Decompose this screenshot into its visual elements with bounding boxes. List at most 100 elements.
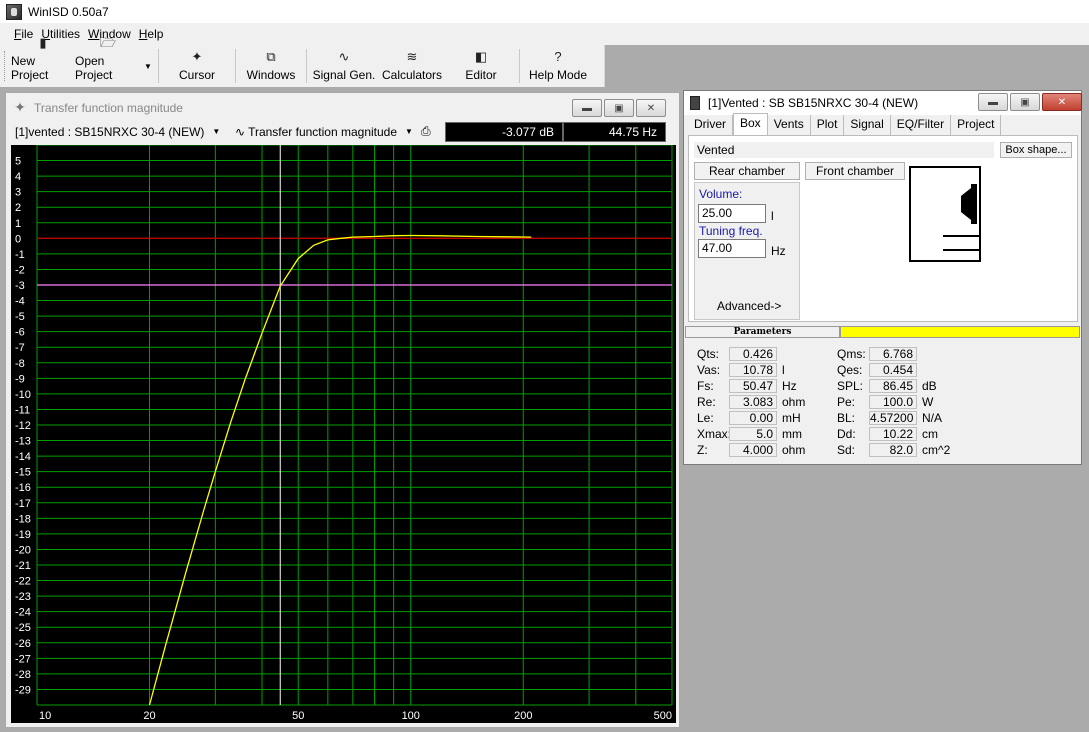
cursor-icon: ✦ <box>191 49 203 64</box>
y-tick-label: -9 <box>15 373 25 385</box>
open-folder-icon: 🗁 <box>99 35 117 50</box>
parameter-value: 6.768 <box>869 347 917 361</box>
calculators-label: Calculators <box>381 68 443 82</box>
rear-chamber-tab[interactable]: Rear chamber <box>694 162 800 180</box>
y-tick-label: -11 <box>15 404 30 416</box>
windows-label: Windows <box>246 68 296 82</box>
signal-gen-button[interactable]: ∿ Signal Gen. <box>310 45 378 87</box>
minimize-button[interactable]: ▬ <box>978 93 1008 111</box>
toolbar-separator <box>306 49 307 83</box>
help-icon: ? <box>554 49 562 64</box>
crosshair-icon: ✦ <box>14 99 26 115</box>
transfer-function-window: ✦ Transfer function magnitude ▬ ▣ ✕ [1]v… <box>5 92 680 728</box>
tab-plot[interactable]: Plot <box>811 115 845 135</box>
chart-toolbar: [1]vented : SB15NRXC 30-4 (NEW) ▼ ∿ Tran… <box>11 121 676 142</box>
parameter-unit: Hz <box>782 379 797 393</box>
calculators-button[interactable]: ≋ Calculators <box>378 45 446 87</box>
box-type-field[interactable]: Vented <box>694 142 994 158</box>
wave-icon: ∿ <box>235 124 246 139</box>
x-tick-label: 500 <box>654 710 672 722</box>
tab-eq-filter[interactable]: EQ/Filter <box>891 115 952 135</box>
parameter-unit: N/A <box>922 411 943 425</box>
toolbar-grip[interactable] <box>4 51 9 81</box>
printer-icon: ⎙ <box>421 124 431 138</box>
close-button[interactable]: ✕ <box>636 99 666 117</box>
print-button[interactable]: ⎙ <box>417 122 445 142</box>
y-tick-label: -18 <box>15 513 31 525</box>
parameter-row: Dd: 10.22 cm <box>837 427 938 441</box>
y-tick-label: 2 <box>15 202 21 214</box>
project-select[interactable]: [1]vented : SB15NRXC 30-4 (NEW) ▼ <box>11 122 231 142</box>
open-project-dropdown[interactable]: ▼ <box>141 45 155 87</box>
open-project-button[interactable]: 🗁 Open Project <box>75 35 141 87</box>
volume-unit: l <box>771 209 774 223</box>
calculator-icon: ≋ <box>406 49 418 64</box>
parameters-bar <box>840 326 1080 338</box>
y-tick-label: -8 <box>15 358 25 370</box>
tab-vents[interactable]: Vents <box>768 115 811 135</box>
parameters-header: Parameters <box>685 326 1080 338</box>
editor-button[interactable]: ◧ Editor <box>446 45 516 87</box>
parameter-label: Le: <box>697 411 714 425</box>
tuning-label: Tuning freq. <box>699 224 763 238</box>
main-toolbar: ▮ New Project 🗁 Open Project ▼ ✦ Cursor … <box>0 35 605 87</box>
y-tick-label: -1 <box>15 249 25 261</box>
tab-box[interactable]: Box <box>733 113 768 135</box>
editor-icon: ◧ <box>474 49 488 64</box>
signal-gen-label: Signal Gen. <box>312 68 376 82</box>
x-tick-label: 200 <box>514 710 532 722</box>
parameter-label: Sd: <box>837 443 856 457</box>
y-tick-label: -19 <box>15 529 31 541</box>
parameter-label: Pe: <box>837 395 856 409</box>
y-tick-label: -2 <box>15 264 25 276</box>
restore-icon: ▣ <box>614 102 624 114</box>
parameter-value: 10.22 <box>869 427 917 441</box>
box-window-controls: ▬ ▣ ✕ <box>978 93 1082 111</box>
y-tick-label: -23 <box>15 591 31 603</box>
parameter-value: 4.000 <box>729 443 777 457</box>
parameter-value: 0.00 <box>729 411 777 425</box>
x-tick-label: 50 <box>292 710 304 722</box>
new-project-button[interactable]: ▮ New Project <box>11 35 75 87</box>
parameter-row: Vas: 10.78 l <box>697 363 785 377</box>
parameter-unit: W <box>922 395 934 409</box>
chart-background <box>11 145 676 723</box>
restore-icon: ▣ <box>1020 96 1030 108</box>
tab-project[interactable]: Project <box>951 115 1002 135</box>
volume-label: Volume: <box>699 187 743 201</box>
menu-bar: File Utilities Window Help <box>0 23 1089 45</box>
advanced-link[interactable]: Advanced-> <box>717 299 781 313</box>
tab-driver[interactable]: Driver <box>688 115 733 135</box>
parameter-row: BL: 4.57200 N/A <box>837 411 942 425</box>
dropdown-arrow-icon: ▼ <box>212 127 221 136</box>
y-tick-label: -20 <box>15 544 31 556</box>
box-diagram <box>909 166 981 262</box>
tuning-input[interactable]: 47.00 <box>698 239 766 258</box>
minimize-button[interactable]: ▬ <box>572 99 602 117</box>
cursor-button[interactable]: ✦ Cursor <box>162 45 232 87</box>
transfer-function-chart[interactable]: 543210-1-2-3-4-5-6-7-8-9-10-11-12-13-14-… <box>11 145 676 723</box>
graph-type-select[interactable]: ∿ Transfer function magnitude ▼ <box>231 122 417 142</box>
rear-chamber-group: Volume: 25.00 l Tuning freq. 47.00 Hz Ad… <box>694 182 800 320</box>
y-tick-label: -13 <box>15 436 31 448</box>
maximize-button[interactable]: ▣ <box>604 99 634 117</box>
parameter-value: 0.454 <box>869 363 917 377</box>
menu-help[interactable]: Help <box>135 27 168 41</box>
parameter-row: Le: 0.00 mH <box>697 411 801 425</box>
volume-input[interactable]: 25.00 <box>698 204 766 223</box>
menu-file[interactable]: File <box>10 27 37 41</box>
open-project-label: Open Project <box>75 54 113 82</box>
app-title-bar: WinISD 0.50a7 <box>0 0 1089 23</box>
windows-button[interactable]: ⧉ Windows <box>239 45 303 87</box>
parameter-unit: ohm <box>782 395 806 409</box>
maximize-button[interactable]: ▣ <box>1010 93 1040 111</box>
close-button[interactable]: ✕ <box>1042 93 1082 111</box>
front-chamber-tab[interactable]: Front chamber <box>805 162 905 180</box>
parameter-row: Qms: 6.768 <box>837 347 922 361</box>
help-mode-button[interactable]: ? Help Mode <box>523 45 593 87</box>
box-shape-button[interactable]: Box shape... <box>1000 142 1072 158</box>
cursor-label: Cursor <box>178 68 215 82</box>
y-tick-label: 3 <box>15 187 21 199</box>
x-tick-label: 10 <box>39 710 51 722</box>
tab-signal[interactable]: Signal <box>844 115 891 135</box>
